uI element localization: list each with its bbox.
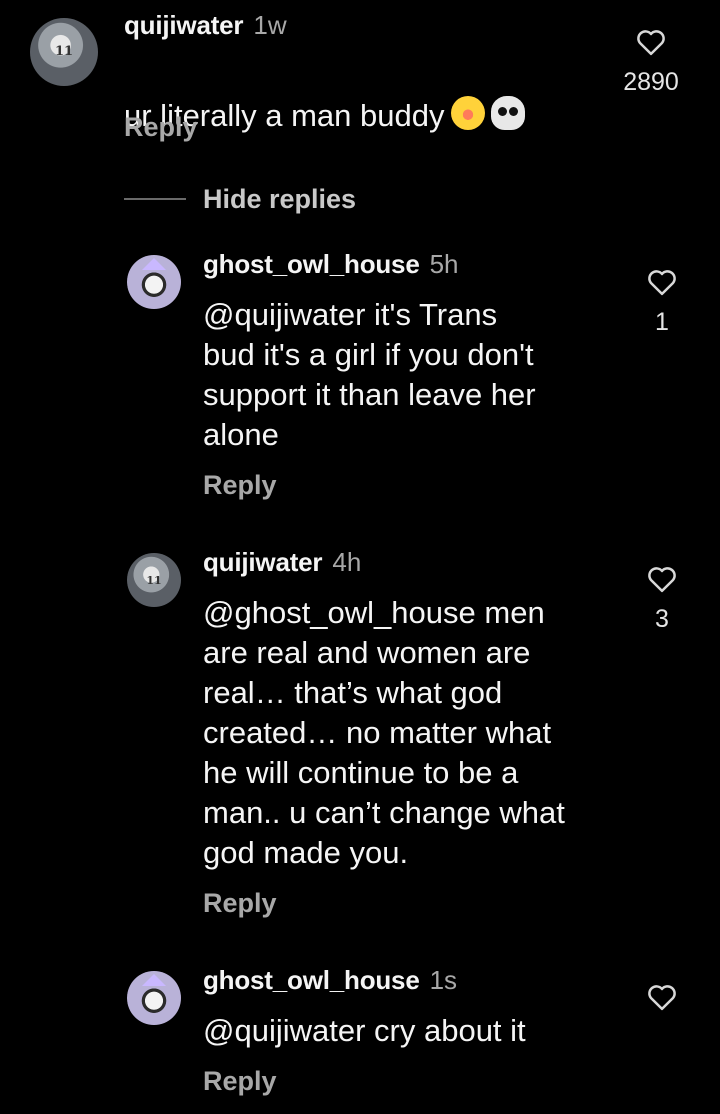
avatar-jersey-number: 11 bbox=[146, 573, 162, 587]
timestamp: 5h bbox=[429, 249, 459, 279]
crown-icon bbox=[142, 258, 166, 271]
reply-text: @ghost_owl_house men are real and women … bbox=[203, 595, 565, 870]
like-count: 2890 bbox=[623, 68, 679, 96]
avatar-jersey-number: 11 bbox=[54, 43, 74, 59]
username[interactable]: quijiwater bbox=[124, 10, 244, 40]
heart-icon[interactable] bbox=[636, 28, 666, 56]
reply-button[interactable]: Reply bbox=[203, 888, 277, 919]
like-count: 1 bbox=[655, 308, 669, 336]
crown-icon bbox=[142, 974, 166, 987]
reply-button[interactable]: Reply bbox=[124, 112, 198, 143]
heart-icon[interactable] bbox=[647, 268, 677, 296]
hide-replies-button[interactable]: Hide replies bbox=[203, 184, 356, 215]
timestamp: 4h bbox=[332, 547, 362, 577]
heart-icon[interactable] bbox=[647, 983, 677, 1011]
like-count: 3 bbox=[655, 605, 669, 633]
reply-header: quijiwater 4h bbox=[203, 547, 361, 578]
timestamp: 1w bbox=[253, 10, 287, 40]
divider-line bbox=[124, 198, 186, 200]
reply-header: ghost_owl_house 1s bbox=[203, 965, 457, 996]
skull-emoji-icon bbox=[490, 96, 525, 130]
reply-header: ghost_owl_house 5h bbox=[203, 249, 459, 280]
username[interactable]: quijiwater bbox=[203, 547, 323, 577]
username[interactable]: ghost_owl_house bbox=[203, 965, 420, 995]
reply-button[interactable]: Reply bbox=[203, 1066, 277, 1097]
username[interactable]: ghost_owl_house bbox=[203, 249, 420, 279]
comment-header: quijiwater 1w bbox=[124, 10, 287, 41]
avatar[interactable]: 11 bbox=[30, 18, 98, 86]
reply-text: @quijiwater cry about it bbox=[203, 1013, 526, 1048]
avatar[interactable] bbox=[127, 255, 181, 309]
reply-text: @quijiwater it's Trans bud it's a girl i… bbox=[203, 297, 536, 452]
laughing-emoji-icon bbox=[450, 96, 485, 130]
timestamp: 1s bbox=[429, 965, 458, 995]
reply-button[interactable]: Reply bbox=[203, 470, 277, 501]
avatar[interactable] bbox=[127, 971, 181, 1025]
avatar[interactable]: 11 bbox=[127, 553, 181, 607]
heart-icon[interactable] bbox=[647, 565, 677, 593]
